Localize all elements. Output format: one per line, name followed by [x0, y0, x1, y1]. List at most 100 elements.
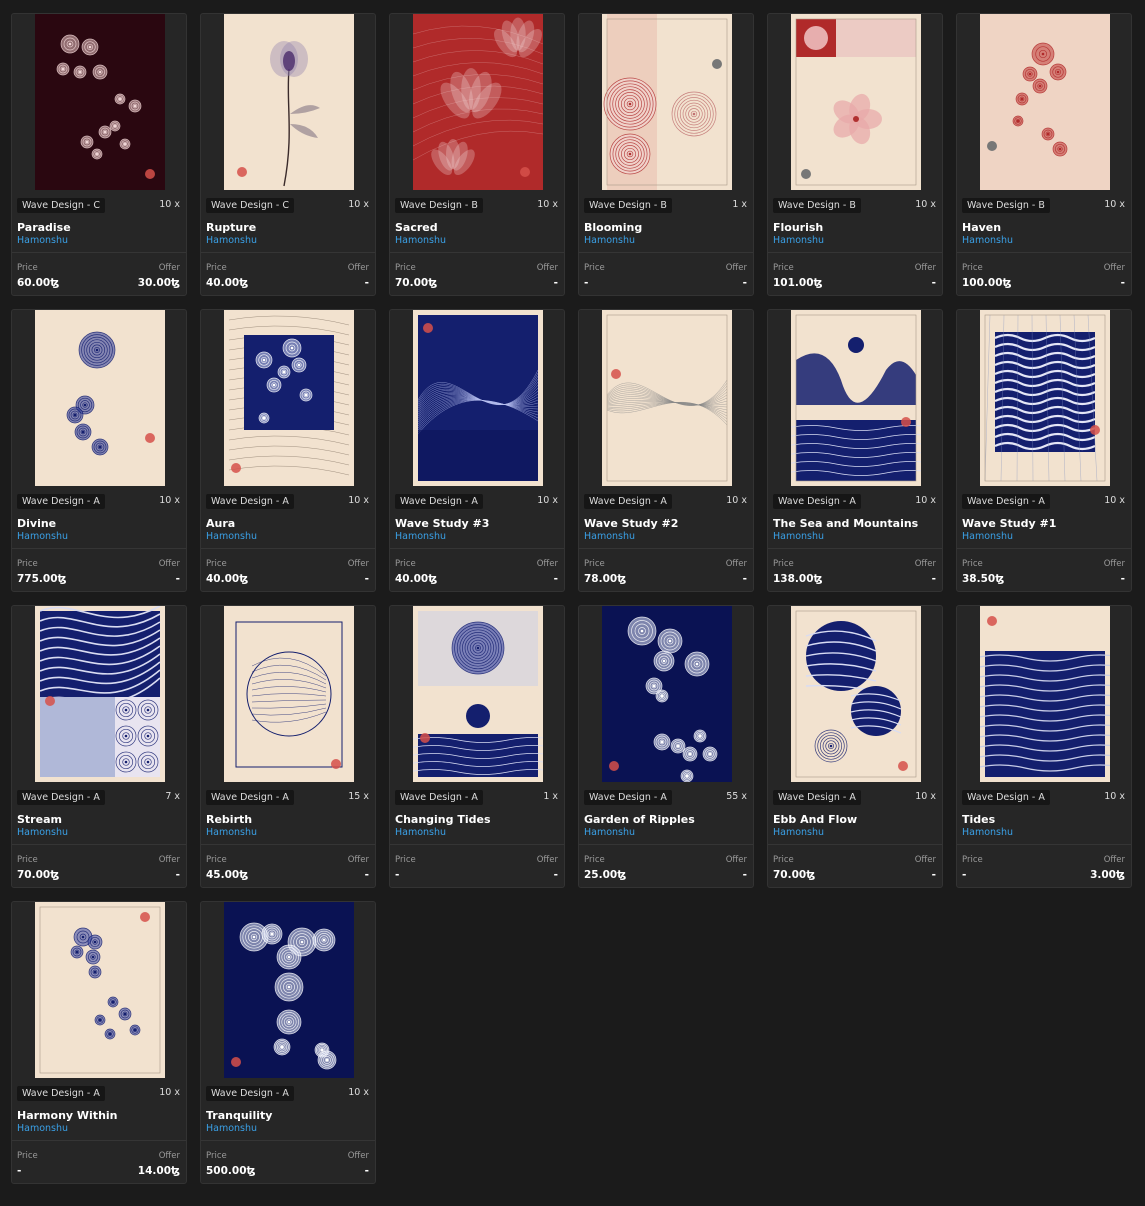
artwork-card[interactable]: Wave Design - A 7 x Stream Hamonshu Price Off…	[11, 605, 187, 888]
price-label: Price	[962, 263, 983, 273]
artwork-card[interactable]: Wave Design - C 10 x Rupture Hamonshu Price O…	[200, 13, 376, 296]
artwork-card[interactable]: Wave Design - B 10 x Haven Hamonshu Price Off…	[956, 13, 1132, 296]
artwork-title[interactable]: The Sea and Mountains	[773, 517, 918, 530]
artwork-title[interactable]: Stream	[17, 813, 62, 826]
artwork-card[interactable]: Wave Design - A 10 x Tranquility Hamonshu Pr…	[200, 901, 376, 1184]
artwork-thumbnail[interactable]	[791, 606, 921, 782]
artwork-card[interactable]: Wave Design - A 10 x Wave Study #1 Hamonshu…	[956, 309, 1132, 592]
price-value: 100.00ꜩ	[962, 277, 1012, 289]
artwork-title[interactable]: Wave Study #3	[395, 517, 489, 530]
price-label: Price	[584, 559, 605, 569]
artist-link[interactable]: Hamonshu	[773, 827, 824, 838]
offer-value: -	[742, 277, 747, 289]
artwork-thumbnail[interactable]	[791, 310, 921, 486]
artist-link[interactable]: Hamonshu	[17, 1123, 68, 1134]
artwork-title[interactable]: Paradise	[17, 221, 71, 234]
artwork-card[interactable]: Wave Design - B 10 x Flourish Hamonshu Price…	[767, 13, 943, 296]
artwork-card[interactable]: Wave Design - A 55 x Garden of Ripples Hamo…	[578, 605, 754, 888]
artwork-title[interactable]: Wave Study #1	[962, 517, 1056, 530]
quantity-label: 10 x	[348, 1087, 369, 1098]
artist-link[interactable]: Hamonshu	[17, 531, 68, 542]
artwork-thumbnail[interactable]	[413, 310, 543, 486]
artist-link[interactable]: Hamonshu	[395, 235, 446, 246]
artist-link[interactable]: Hamonshu	[395, 827, 446, 838]
price-value: -	[962, 869, 967, 881]
artwork-thumbnail[interactable]	[224, 310, 354, 486]
artist-link[interactable]: Hamonshu	[206, 1123, 257, 1134]
price-value: 38.50ꜩ	[962, 573, 1005, 585]
artist-link[interactable]: Hamonshu	[584, 531, 635, 542]
artist-link[interactable]: Hamonshu	[962, 235, 1013, 246]
artwork-title[interactable]: Tides	[962, 813, 995, 826]
artwork-title[interactable]: Rebirth	[206, 813, 252, 826]
artwork-thumbnail[interactable]	[602, 606, 732, 782]
artwork-thumbnail[interactable]	[413, 14, 543, 190]
artwork-title[interactable]: Rupture	[206, 221, 256, 234]
artwork-thumbnail[interactable]	[35, 902, 165, 1078]
artwork-title[interactable]: Harmony Within	[17, 1109, 118, 1122]
artwork-thumbnail[interactable]	[602, 310, 732, 486]
artwork-thumbnail[interactable]	[413, 606, 543, 782]
artwork-card[interactable]: Wave Design - A 10 x The Sea and Mountains…	[767, 309, 943, 592]
artwork-card[interactable]: Wave Design - B 1 x Blooming Hamonshu Price O…	[578, 13, 754, 296]
artwork-card[interactable]: Wave Design - A 10 x Wave Study #3 Hamonshu…	[389, 309, 565, 592]
artwork-thumbnail[interactable]	[980, 14, 1110, 190]
artwork-card[interactable]: Wave Design - A 10 x Ebb And Flow Hamonshu P…	[767, 605, 943, 888]
offer-label: Offer	[158, 559, 180, 569]
price-label: Price	[206, 263, 227, 273]
artist-link[interactable]: Hamonshu	[206, 531, 257, 542]
artwork-thumbnail[interactable]	[980, 606, 1110, 782]
artwork-card[interactable]: Wave Design - A 10 x Wave Study #2 Hamonshu…	[578, 309, 754, 592]
quantity-label: 10 x	[915, 199, 936, 210]
quantity-label: 10 x	[159, 199, 180, 210]
artwork-card[interactable]: Wave Design - A 15 x Rebirth Hamonshu Price O…	[200, 605, 376, 888]
quantity-label: 10 x	[348, 199, 369, 210]
artwork-thumbnail[interactable]	[35, 606, 165, 782]
artwork-title[interactable]: Flourish	[773, 221, 823, 234]
artwork-thumbnail[interactable]	[224, 14, 354, 190]
artwork-card[interactable]: Wave Design - A 10 x Harmony Within Hamonsh…	[11, 901, 187, 1184]
artwork-card[interactable]: Wave Design - A 10 x Aura Hamonshu Price Offe…	[200, 309, 376, 592]
artwork-thumbnail[interactable]	[35, 14, 165, 190]
artwork-card[interactable]: Wave Design - C 10 x Paradise Hamonshu Price…	[11, 13, 187, 296]
quantity-label: 10 x	[159, 495, 180, 506]
artwork-title[interactable]: Ebb And Flow	[773, 813, 857, 826]
artwork-title[interactable]: Blooming	[584, 221, 642, 234]
price-value: 25.00ꜩ	[584, 869, 627, 881]
artwork-thumbnail[interactable]	[791, 14, 921, 190]
artwork-title[interactable]: Changing Tides	[395, 813, 491, 826]
offer-value: -	[364, 573, 369, 585]
artist-link[interactable]: Hamonshu	[584, 827, 635, 838]
artwork-title[interactable]: Divine	[17, 517, 56, 530]
artwork-thumbnail[interactable]	[224, 902, 354, 1078]
artwork-thumbnail[interactable]	[602, 14, 732, 190]
card-divider	[12, 548, 186, 549]
artwork-title[interactable]: Haven	[962, 221, 1001, 234]
price-label: Price	[962, 559, 983, 569]
artwork-title[interactable]: Sacred	[395, 221, 438, 234]
edition-badge: Wave Design - A	[584, 494, 672, 509]
artist-link[interactable]: Hamonshu	[17, 235, 68, 246]
artwork-card[interactable]: Wave Design - A 1 x Changing Tides Hamonshu…	[389, 605, 565, 888]
artist-link[interactable]: Hamonshu	[962, 827, 1013, 838]
artist-link[interactable]: Hamonshu	[773, 531, 824, 542]
artwork-thumbnail[interactable]	[224, 606, 354, 782]
artwork-title[interactable]: Aura	[206, 517, 235, 530]
artwork-title[interactable]: Wave Study #2	[584, 517, 678, 530]
artwork-card[interactable]: Wave Design - A 10 x Divine Hamonshu Price Of…	[11, 309, 187, 592]
artwork-card[interactable]: Wave Design - B 10 x Sacred Hamonshu Price Of…	[389, 13, 565, 296]
artwork-thumbnail[interactable]	[35, 310, 165, 486]
artist-link[interactable]: Hamonshu	[962, 531, 1013, 542]
artwork-title[interactable]: Garden of Ripples	[584, 813, 695, 826]
artist-link[interactable]: Hamonshu	[584, 235, 635, 246]
artist-link[interactable]: Hamonshu	[395, 531, 446, 542]
quantity-label: 1 x	[732, 199, 747, 210]
artwork-thumbnail[interactable]	[980, 310, 1110, 486]
artwork-title[interactable]: Tranquility	[206, 1109, 272, 1122]
artist-link[interactable]: Hamonshu	[17, 827, 68, 838]
card-divider	[957, 252, 1131, 253]
artwork-card[interactable]: Wave Design - A 10 x Tides Hamonshu Price Off…	[956, 605, 1132, 888]
artist-link[interactable]: Hamonshu	[206, 235, 257, 246]
artist-link[interactable]: Hamonshu	[773, 235, 824, 246]
artist-link[interactable]: Hamonshu	[206, 827, 257, 838]
